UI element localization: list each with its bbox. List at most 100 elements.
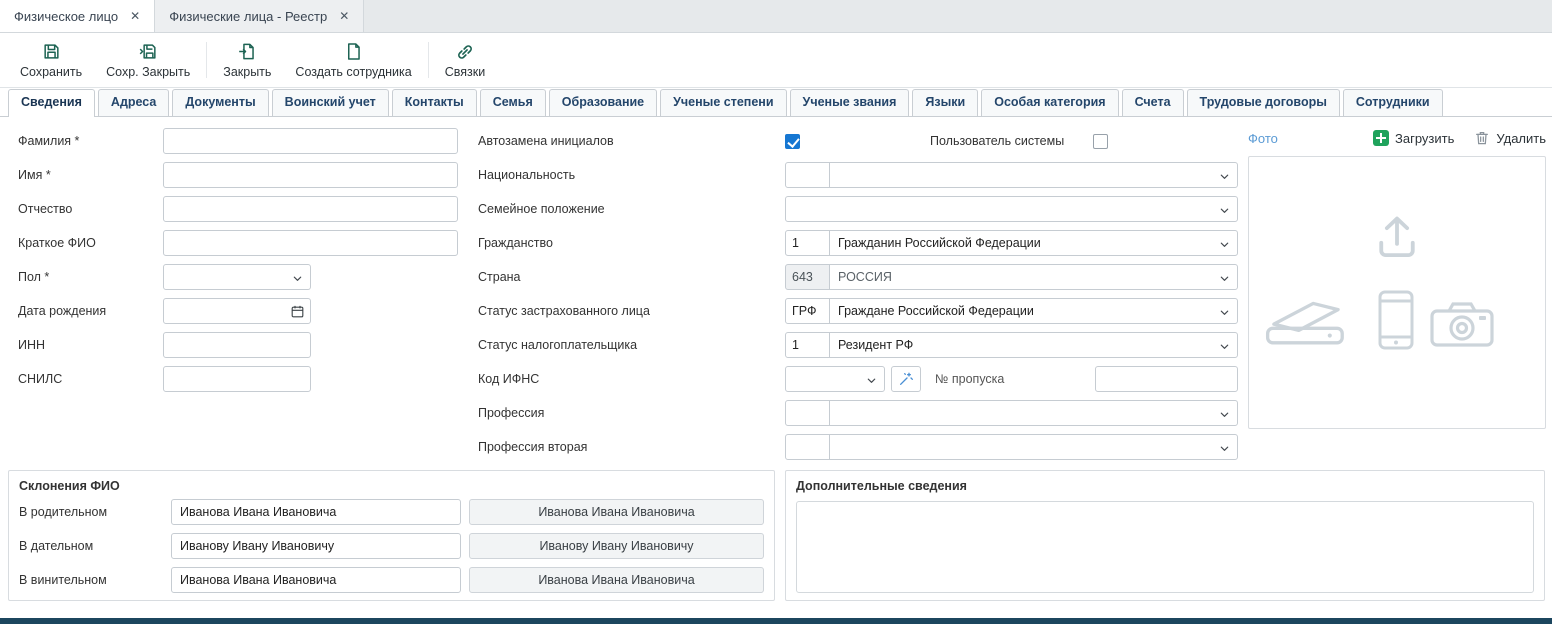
toolbar: Сохранить Сохр. Закрыть Закрыть Создать …	[0, 33, 1552, 88]
taxpayer-status-select[interactable]: Резидент РФ	[829, 332, 1238, 358]
save-close-button-label: Сохр. Закрыть	[106, 65, 190, 79]
name-label: Имя *	[18, 168, 163, 182]
chevron-down-icon	[1219, 409, 1230, 420]
citizenship-select[interactable]: Гражданин Российской Федерации	[829, 230, 1238, 256]
taxpayer-status-value: Резидент РФ	[838, 338, 913, 352]
name-input[interactable]	[163, 162, 458, 188]
window-tab-person[interactable]: Физическое лицо ✕	[0, 0, 155, 32]
tab-yazyki[interactable]: Языки	[912, 89, 978, 116]
tab-scheta[interactable]: Счета	[1122, 89, 1184, 116]
ifns-code-select[interactable]	[785, 366, 885, 392]
tab-osobaya-kategoriya[interactable]: Особая категория	[981, 89, 1118, 116]
gender-select[interactable]	[163, 264, 311, 290]
dative-input[interactable]	[171, 533, 461, 559]
country-code-input	[785, 264, 830, 290]
chevron-down-icon	[1219, 341, 1230, 352]
insured-status-code-input[interactable]	[785, 298, 830, 324]
surname-label: Фамилия *	[18, 134, 163, 148]
chevron-down-icon	[1219, 171, 1230, 182]
chevron-down-icon	[1219, 307, 1230, 318]
tab-dokumenty[interactable]: Документы	[172, 89, 268, 116]
close-button[interactable]: Закрыть	[211, 38, 283, 83]
chevron-down-icon	[1219, 443, 1230, 454]
magic-wand-button[interactable]	[891, 366, 921, 392]
tab-obrazovanie[interactable]: Образование	[549, 89, 657, 116]
close-doc-icon	[238, 42, 257, 62]
save-close-icon	[139, 42, 158, 62]
profession2-select[interactable]	[829, 434, 1238, 460]
pass-number-input[interactable]	[1095, 366, 1238, 392]
dative-suggest-button[interactable]: Иванову Ивану Ивановичу	[469, 533, 764, 559]
auto-initials-checkbox[interactable]	[785, 134, 800, 149]
tab-sotrudniki[interactable]: Сотрудники	[1343, 89, 1443, 116]
profession-code-input[interactable]	[785, 400, 830, 426]
chevron-down-icon	[1219, 205, 1230, 216]
genitive-label: В родительном	[19, 505, 171, 519]
snils-input[interactable]	[163, 366, 311, 392]
auto-initials-label: Автозамена инициалов	[478, 134, 785, 148]
insured-status-select[interactable]: Граждане Российской Федерации	[829, 298, 1238, 324]
tab-uchenye-stepeni[interactable]: Ученые степени	[660, 89, 786, 116]
upload-photo-label: Загрузить	[1395, 131, 1454, 146]
save-close-button[interactable]: Сохр. Закрыть	[94, 38, 202, 83]
delete-photo-button[interactable]: Удалить	[1474, 130, 1546, 146]
calendar-icon[interactable]	[290, 304, 305, 319]
system-user-label: Пользователь системы	[930, 134, 1093, 148]
toolbar-separator	[206, 42, 207, 78]
system-user-checkbox[interactable]	[1093, 134, 1108, 149]
genitive-suggest-button[interactable]: Иванова Ивана Ивановича	[469, 499, 764, 525]
short-fio-input[interactable]	[163, 230, 458, 256]
close-tab-icon[interactable]: ✕	[130, 10, 140, 22]
country-select[interactable]: РОССИЯ	[829, 264, 1238, 290]
nationality-code-input[interactable]	[785, 162, 830, 188]
photo-dropzone[interactable]	[1248, 156, 1546, 429]
tab-uchenye-zvaniya[interactable]: Ученые звания	[790, 89, 910, 116]
ifns-code-label: Код ИФНС	[478, 372, 785, 386]
surname-input[interactable]	[163, 128, 458, 154]
tab-semya[interactable]: Семья	[480, 89, 546, 116]
create-employee-button-label: Создать сотрудника	[295, 65, 411, 79]
bottom-bar	[0, 618, 1552, 624]
taxpayer-status-code-input[interactable]	[785, 332, 830, 358]
birth-date-label: Дата рождения	[18, 304, 163, 318]
chevron-down-icon	[866, 375, 877, 386]
additional-info-panel: Дополнительные сведения	[785, 470, 1545, 601]
upload-photo-button[interactable]: Загрузить	[1373, 130, 1454, 146]
links-button[interactable]: Связки	[433, 38, 497, 83]
close-tab-icon[interactable]: ✕	[339, 10, 349, 22]
marital-status-label: Семейное положение	[478, 202, 785, 216]
save-button[interactable]: Сохранить	[8, 38, 94, 83]
window-tab-registry[interactable]: Физические лица - Реестр ✕	[155, 0, 364, 32]
window-tab-label: Физическое лицо	[14, 9, 118, 24]
accusative-label: В винительном	[19, 573, 171, 587]
birth-date-input[interactable]	[163, 298, 311, 324]
tab-svedeniya[interactable]: Сведения	[8, 89, 95, 116]
tab-voinskiy-uchet[interactable]: Воинский учет	[272, 89, 389, 116]
create-employee-button[interactable]: Создать сотрудника	[283, 38, 423, 83]
window-tab-strip: Физическое лицо ✕ Физические лица - Реес…	[0, 0, 1552, 33]
accusative-input[interactable]	[171, 567, 461, 593]
citizenship-code-input[interactable]	[785, 230, 830, 256]
accusative-suggest-button[interactable]: Иванова Ивана Ивановича	[469, 567, 764, 593]
tab-trudovye-dogovory[interactable]: Трудовые договоры	[1187, 89, 1340, 116]
patronymic-input[interactable]	[163, 196, 458, 222]
profession2-code-input[interactable]	[785, 434, 830, 460]
inn-input[interactable]	[163, 332, 311, 358]
inn-label: ИНН	[18, 338, 163, 352]
nationality-select[interactable]	[829, 162, 1238, 188]
taxpayer-status-label: Статус налогоплательщика	[478, 338, 785, 352]
create-employee-icon	[344, 42, 363, 62]
chevron-down-icon	[1219, 239, 1230, 250]
genitive-input[interactable]	[171, 499, 461, 525]
marital-status-select[interactable]	[785, 196, 1238, 222]
additional-info-textarea[interactable]	[796, 501, 1534, 593]
profession-select[interactable]	[829, 400, 1238, 426]
profession2-label: Профессия вторая	[478, 440, 785, 454]
toolbar-separator	[428, 42, 429, 78]
tab-adresa[interactable]: Адреса	[98, 89, 169, 116]
person-form-window: Физическое лицо ✕ Физические лица - Реес…	[0, 0, 1552, 624]
plus-icon	[1373, 130, 1389, 146]
tab-kontakty[interactable]: Контакты	[392, 89, 477, 116]
birth-date-field	[163, 298, 311, 324]
short-fio-label: Краткое ФИО	[18, 236, 163, 250]
